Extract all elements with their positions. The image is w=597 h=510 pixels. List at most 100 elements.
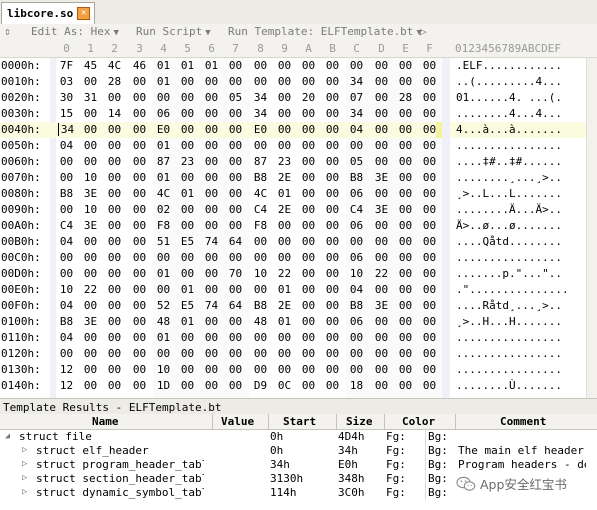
hex-byte[interactable]: 2E: [276, 171, 293, 184]
hex-byte[interactable]: 00: [324, 283, 341, 296]
hex-byte[interactable]: 00: [397, 155, 414, 168]
hex-byte[interactable]: 00: [131, 187, 148, 200]
hex-byte[interactable]: 01: [155, 171, 172, 184]
ascii-text[interactable]: ....Qåtd........: [456, 235, 562, 248]
hex-byte[interactable]: 00: [179, 107, 196, 120]
hex-byte[interactable]: 00: [421, 75, 438, 88]
hex-byte[interactable]: 00: [203, 283, 220, 296]
header-comment[interactable]: Comment: [500, 415, 546, 428]
hex-byte[interactable]: 10: [252, 267, 269, 280]
hex-byte[interactable]: 00: [106, 171, 123, 184]
hex-byte[interactable]: 00: [276, 139, 293, 152]
hex-byte[interactable]: 00: [397, 203, 414, 216]
hex-byte[interactable]: 00: [421, 59, 438, 72]
hex-byte[interactable]: 15: [58, 107, 75, 120]
hex-byte[interactable]: 00: [300, 155, 317, 168]
hex-byte[interactable]: 00: [82, 363, 99, 376]
template-row[interactable]: ▷ struct program_header_table 34h E0h Fg: Bg:…: [0, 458, 597, 472]
hex-byte[interactable]: 01: [155, 59, 172, 72]
hex-byte[interactable]: 00: [324, 251, 341, 264]
hex-byte[interactable]: 18: [348, 379, 365, 392]
hex-editor-area[interactable]: 0000h: 7F 45 4C 46 01 01 01 00 00 00 00 00 00 00 00 00 .E…: [0, 58, 597, 398]
hex-byte[interactable]: 00: [203, 251, 220, 264]
hex-byte[interactable]: 00: [300, 187, 317, 200]
ascii-text[interactable]: ........Ä...Ä>..: [456, 203, 562, 216]
hex-byte[interactable]: 00: [131, 235, 148, 248]
hex-byte[interactable]: 00: [300, 315, 317, 328]
hex-byte[interactable]: 00: [252, 235, 269, 248]
edit-as-dropdown[interactable]: Edit As: Hex ▼: [31, 25, 119, 38]
hex-byte[interactable]: 00: [300, 283, 317, 296]
hex-byte[interactable]: 05: [227, 91, 244, 104]
ascii-text[interactable]: ."...............: [456, 283, 569, 296]
expand-triangle-icon[interactable]: ▷: [22, 473, 27, 483]
hex-byte[interactable]: 00: [421, 139, 438, 152]
hex-byte[interactable]: 00: [324, 155, 341, 168]
hex-byte[interactable]: 00: [348, 139, 365, 152]
hex-byte[interactable]: 00: [276, 75, 293, 88]
hex-byte[interactable]: 06: [155, 107, 172, 120]
hex-byte[interactable]: 00: [203, 331, 220, 344]
hex-byte[interactable]: 00: [131, 203, 148, 216]
header-start[interactable]: Start: [283, 415, 316, 428]
hex-byte[interactable]: 28: [106, 75, 123, 88]
ascii-text[interactable]: ........4...4...: [456, 107, 562, 120]
hex-byte[interactable]: 23: [179, 155, 196, 168]
hex-byte[interactable]: 00: [324, 235, 341, 248]
hex-byte[interactable]: 00: [397, 219, 414, 232]
hex-byte[interactable]: 00: [373, 139, 390, 152]
hex-byte[interactable]: 03: [58, 75, 75, 88]
hex-byte[interactable]: 00: [179, 251, 196, 264]
hex-byte[interactable]: 64: [227, 299, 244, 312]
hex-byte[interactable]: 31: [82, 91, 99, 104]
hex-byte[interactable]: 00: [131, 379, 148, 392]
hex-byte[interactable]: 01: [155, 331, 172, 344]
hex-byte[interactable]: 01: [155, 75, 172, 88]
hex-byte[interactable]: 00: [131, 75, 148, 88]
hex-byte[interactable]: C4: [58, 219, 75, 232]
hex-byte[interactable]: 00: [179, 91, 196, 104]
hex-byte[interactable]: 3E: [82, 315, 99, 328]
hex-byte[interactable]: 00: [324, 379, 341, 392]
file-tab[interactable]: libcore.so ✕: [1, 2, 96, 24]
hex-byte[interactable]: 00: [203, 107, 220, 120]
hex-byte[interactable]: 12: [58, 363, 75, 376]
hex-byte[interactable]: 00: [276, 59, 293, 72]
hex-byte[interactable]: 00: [82, 347, 99, 360]
hex-byte[interactable]: 00: [203, 155, 220, 168]
hex-byte[interactable]: 87: [252, 155, 269, 168]
hex-byte[interactable]: 00: [397, 123, 414, 136]
hex-byte[interactable]: 00: [106, 219, 123, 232]
hex-byte[interactable]: 3E: [82, 187, 99, 200]
hex-byte[interactable]: 00: [179, 75, 196, 88]
hex-byte[interactable]: 00: [276, 219, 293, 232]
hex-byte[interactable]: 00: [373, 347, 390, 360]
hex-byte[interactable]: 00: [227, 347, 244, 360]
hex-byte[interactable]: 22: [276, 267, 293, 280]
hex-byte[interactable]: 00: [227, 155, 244, 168]
hex-byte[interactable]: 00: [252, 251, 269, 264]
hex-byte[interactable]: 00: [106, 315, 123, 328]
hex-byte[interactable]: 00: [58, 203, 75, 216]
hex-byte[interactable]: 00: [324, 219, 341, 232]
hex-byte[interactable]: 00: [397, 107, 414, 120]
hex-byte[interactable]: 00: [155, 283, 172, 296]
hex-byte[interactable]: 00: [58, 251, 75, 264]
hex-byte[interactable]: 00: [227, 187, 244, 200]
hex-byte[interactable]: 04: [58, 331, 75, 344]
hex-byte[interactable]: 01: [203, 59, 220, 72]
hex-byte[interactable]: 00: [397, 59, 414, 72]
hex-byte[interactable]: 00: [348, 331, 365, 344]
hex-byte[interactable]: 00: [227, 75, 244, 88]
hex-byte[interactable]: 00: [179, 347, 196, 360]
hex-byte[interactable]: 00: [227, 123, 244, 136]
expand-triangle-icon[interactable]: ▷: [22, 459, 27, 469]
hex-byte[interactable]: 34: [348, 75, 365, 88]
hex-byte[interactable]: F8: [155, 219, 172, 232]
hex-byte[interactable]: 00: [227, 379, 244, 392]
hex-byte[interactable]: 00: [58, 155, 75, 168]
hex-byte[interactable]: 00: [324, 75, 341, 88]
ascii-text[interactable]: ................: [456, 331, 562, 344]
hex-byte[interactable]: 34: [348, 107, 365, 120]
hex-byte[interactable]: 22: [373, 267, 390, 280]
